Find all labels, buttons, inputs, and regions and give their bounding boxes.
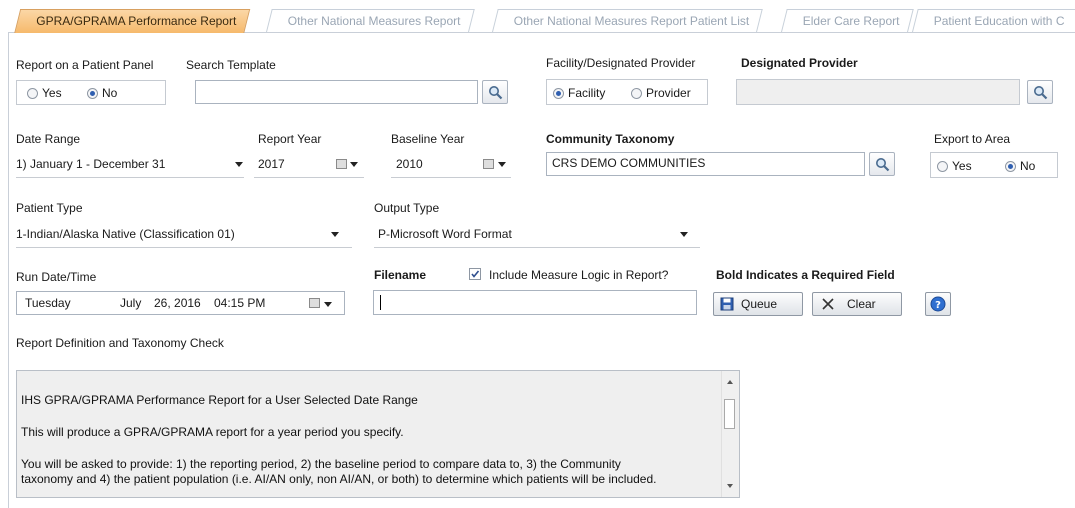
chevron-down-icon	[498, 162, 506, 167]
date-range-label: Date Range	[16, 132, 81, 146]
filename-label: Filename	[374, 268, 427, 282]
include-logic-checkbox[interactable]	[469, 268, 481, 280]
designated-provider-lookup-button[interactable]	[1027, 80, 1053, 104]
magnifier-icon	[876, 158, 890, 172]
checkmark-icon	[471, 270, 480, 278]
tab-strip: Other National Measures Report Other Nat…	[14, 9, 1075, 33]
calendar-icon	[309, 298, 320, 308]
tab-other-national-measures[interactable]: Other National Measures Report	[266, 9, 475, 32]
x-close-icon	[822, 298, 834, 310]
patient-panel-yes-radio[interactable]: Yes	[27, 86, 62, 100]
definition-line-3: You will be asked to provide: 1) the rep…	[21, 457, 621, 471]
tab-elder-care[interactable]: Elder Care Report	[781, 9, 914, 32]
baseline-year-label: Baseline Year	[391, 132, 465, 146]
definition-scrollbar[interactable]	[721, 371, 739, 497]
community-taxonomy-lookup-button[interactable]	[869, 152, 895, 176]
chevron-down-icon	[350, 162, 358, 167]
export-no-radio[interactable]: No	[1005, 159, 1035, 173]
magnifier-icon	[489, 86, 503, 100]
output-type-select[interactable]: P-Microsoft Word Format	[378, 223, 694, 245]
provider-radio[interactable]: Provider	[631, 86, 691, 100]
tab-other-national-patient-list[interactable]: Other National Measures Report Patient L…	[492, 9, 764, 32]
baseline-year-picker[interactable]: 2010	[396, 153, 506, 175]
chevron-down-icon	[680, 232, 688, 237]
output-type-label: Output Type	[374, 201, 440, 215]
community-taxonomy-label: Community Taxonomy	[546, 132, 675, 146]
designated-provider-label: Designated Provider	[741, 56, 858, 70]
scroll-thumb[interactable]	[724, 399, 735, 429]
svg-text:?: ?	[935, 300, 941, 311]
tab-patient-education[interactable]: Patient Education with C	[912, 9, 1075, 32]
facility-provider-radio-group: Facility Provider	[546, 79, 708, 105]
patient-panel-no-radio[interactable]: No	[87, 86, 117, 100]
date-range-select[interactable]: 1) January 1 - December 31	[16, 153, 243, 175]
definition-textarea[interactable]: IHS GPRA/GPRAMA Performance Report for a…	[16, 370, 740, 498]
definition-label: Report Definition and Taxonomy Check	[16, 336, 224, 350]
export-yes-radio[interactable]: Yes	[937, 159, 972, 173]
report-window: Other National Measures Report Other Nat…	[0, 0, 1075, 508]
scroll-down-icon	[727, 484, 733, 488]
definition-line-1: IHS GPRA/GPRAMA Performance Report for a…	[21, 393, 418, 407]
help-button[interactable]: ?	[925, 292, 951, 316]
patient-panel-label: Report on a Patient Panel	[16, 58, 154, 72]
patient-panel-radio-group: Yes No	[16, 80, 166, 105]
report-year-picker[interactable]: 2017	[258, 153, 358, 175]
scroll-up-icon	[727, 380, 733, 384]
search-template-label: Search Template	[186, 58, 276, 72]
definition-line-2: This will produce a GPRA/GPRAMA report f…	[21, 425, 404, 439]
report-year-label: Report Year	[258, 132, 322, 146]
magnifier-icon	[1034, 86, 1048, 100]
chevron-down-icon	[235, 162, 243, 167]
filename-input[interactable]	[373, 290, 697, 315]
queue-button[interactable]: Queue	[713, 292, 803, 316]
chevron-down-icon	[331, 232, 339, 237]
text-cursor	[380, 295, 381, 310]
chevron-down-icon	[324, 302, 332, 307]
patient-type-label: Patient Type	[16, 201, 83, 215]
tab-gpra-performance[interactable]: GPRA/GPRAMA Performance Report	[14, 9, 251, 33]
facility-radio[interactable]: Facility	[553, 86, 605, 100]
calendar-icon	[483, 159, 494, 169]
export-area-label: Export to Area	[934, 132, 1011, 146]
definition-line-4: taxonomy and 4) the patient population (…	[21, 472, 657, 486]
facility-provider-label: Facility/Designated Provider	[546, 56, 696, 70]
run-date-picker[interactable]: Tuesday July 26, 2016 04:15 PM	[16, 291, 345, 315]
community-taxonomy-input[interactable]: CRS DEMO COMMUNITIES	[546, 152, 865, 176]
help-icon: ?	[930, 296, 946, 312]
required-field-note: Bold Indicates a Required Field	[716, 268, 895, 282]
run-date-label: Run Date/Time	[16, 270, 97, 284]
designated-provider-input[interactable]	[736, 79, 1020, 105]
floppy-disk-icon	[720, 297, 734, 311]
patient-type-select[interactable]: 1-Indian/Alaska Native (Classification 0…	[16, 223, 346, 245]
calendar-icon	[336, 159, 347, 169]
search-template-lookup-button[interactable]	[482, 80, 508, 104]
search-template-input[interactable]	[195, 80, 478, 104]
include-logic-label: Include Measure Logic in Report?	[489, 268, 669, 282]
export-area-radio-group: Yes No	[930, 152, 1058, 178]
clear-button[interactable]: Clear	[812, 292, 902, 316]
